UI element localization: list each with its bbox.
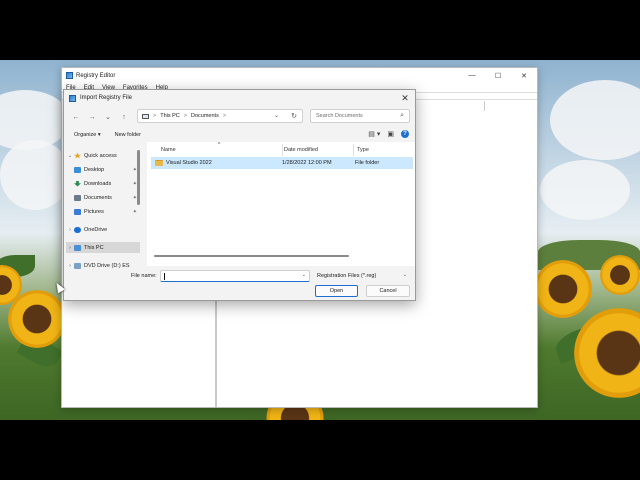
registry-app-icon [69,94,76,102]
table-row[interactable]: Visual Studio 2022 1/28/2022 12:00 PM Fi… [151,157,413,169]
maximize-button[interactable]: ☐ [485,68,511,83]
navigation-row: ← → ⌄ ↑ > This PC > Documents > ⌄ ↻ Sear… [64,108,415,126]
minimize-button[interactable]: — [459,68,485,83]
search-icon: ⌕ [400,112,404,119]
view-options-icon[interactable]: ▤ ▾ [368,130,380,138]
nav-item-this-pc[interactable]: › This PC [66,242,140,253]
file-list-scrollbar[interactable] [154,255,349,257]
registry-titlebar[interactable]: Registry Editor — ☐ ✕ [62,68,537,83]
open-button[interactable]: Open [315,285,358,297]
breadcrumb-separator: > [153,113,157,119]
column-divider [484,101,485,111]
chevron-down-icon: ⌄ [402,272,407,278]
text-caret [164,273,165,280]
nav-item-quick-access[interactable]: ⌄ Quick access [66,150,140,161]
registry-window-title: Registry Editor [76,72,116,79]
new-folder-button[interactable]: New folder [115,132,141,138]
nav-label: Pictures [84,208,104,215]
file-date-cell: 1/28/2022 12:00 PM [282,160,332,166]
chevron-right-icon[interactable]: › [66,245,74,251]
file-name-cell: Visual Studio 2022 [166,160,212,166]
desktop-icon [74,166,81,173]
document-icon [74,194,81,201]
file-list[interactable]: Name ^ Date modified Type Visual Studio … [147,142,415,266]
star-icon [74,152,81,159]
column-header-date-modified[interactable]: Date modified [284,144,318,156]
nav-item-documents[interactable]: Documents ✦ [74,192,140,203]
breadcrumb-separator: > [183,113,187,119]
cloud [540,160,630,220]
computer-icon [74,244,81,251]
column-divider [353,144,354,156]
nav-label: Documents [84,194,112,201]
search-input[interactable]: Search Documents ⌕ [310,109,410,123]
file-name-input[interactable]: ⌄ [160,270,310,282]
nav-item-pictures[interactable]: Pictures ✦ [74,206,140,217]
dialog-title: Import Registry File [80,95,133,101]
navigation-pane: ⌄ Quick access Desktop ✦ Downloads ✦ Doc… [66,146,140,269]
back-arrow-icon[interactable]: ← [70,111,82,123]
dialog-footer: File name: ⌄ Registration Files (*.reg) … [64,268,415,302]
pin-icon: ✦ [132,208,137,215]
file-type-select[interactable]: Registration Files (*.reg) ⌄ [313,270,410,282]
sunflower [574,308,640,398]
dialog-close-button[interactable]: ✕ [399,92,411,104]
pictures-icon [74,208,81,215]
file-name-label: File name: [131,273,157,279]
cloud [550,80,640,160]
sunflower [8,290,66,348]
chevron-right-icon[interactable]: › [66,227,74,233]
recent-locations-icon[interactable]: ⌄ [102,111,114,123]
computer-icon [142,113,149,119]
chevron-down-icon[interactable]: ⌄ [302,272,306,278]
preview-pane-icon[interactable]: ▣ [387,130,394,138]
dialog-titlebar[interactable]: Import Registry File [64,90,415,106]
breadcrumb-separator: > [222,113,227,119]
close-button[interactable]: ✕ [511,68,537,83]
cloud [0,140,70,210]
file-type-cell: File folder [355,160,380,166]
download-icon [74,180,81,187]
column-header-type[interactable]: Type [357,144,369,156]
breadcrumb-documents[interactable]: Documents [191,113,219,119]
breadcrumb-this-pc[interactable]: This PC [160,113,180,119]
chevron-down-icon[interactable]: ⌄ [274,112,279,119]
folder-icon [155,160,163,166]
nav-label: This PC [84,244,104,251]
help-icon[interactable]: ? [401,130,409,138]
organize-button[interactable]: Organize ▾ [74,132,101,138]
refresh-icon[interactable]: ↻ [291,112,297,120]
command-bar: Organize ▾ New folder ▤ ▾ ▣ ? [64,128,415,142]
forward-arrow-icon[interactable]: → [86,111,98,123]
up-arrow-icon[interactable]: ↑ [118,111,130,123]
sunflower [600,255,640,295]
screen: Registry Editor — ☐ ✕ File Edit View Fav… [0,0,640,480]
nav-item-downloads[interactable]: Downloads ✦ [74,178,140,189]
nav-label: Quick access [84,152,117,159]
nav-label: OneDrive [84,226,108,233]
chevron-down-icon[interactable]: ⌄ [66,153,74,159]
nav-label: Downloads [84,180,112,187]
nav-label: Desktop [84,166,105,173]
file-type-value: Registration Files (*.reg) [317,273,377,279]
sunflower [534,260,592,318]
search-placeholder: Search Documents [316,113,363,119]
nav-item-onedrive[interactable]: › OneDrive [66,224,140,235]
sort-arrow-icon: ^ [218,142,221,148]
column-divider [282,144,283,156]
cancel-button[interactable]: Cancel [366,285,410,297]
column-header-name[interactable]: Name [161,144,176,156]
registry-app-icon [66,72,73,79]
import-registry-dialog: Import Registry File ✕ ← → ⌄ ↑ > This PC… [63,89,416,301]
nav-item-desktop[interactable]: Desktop ✦ [74,164,140,175]
address-bar[interactable]: > This PC > Documents > ⌄ ↻ [137,109,303,123]
cloud-icon [74,226,81,233]
nav-pane-scrollbar[interactable] [137,150,140,205]
